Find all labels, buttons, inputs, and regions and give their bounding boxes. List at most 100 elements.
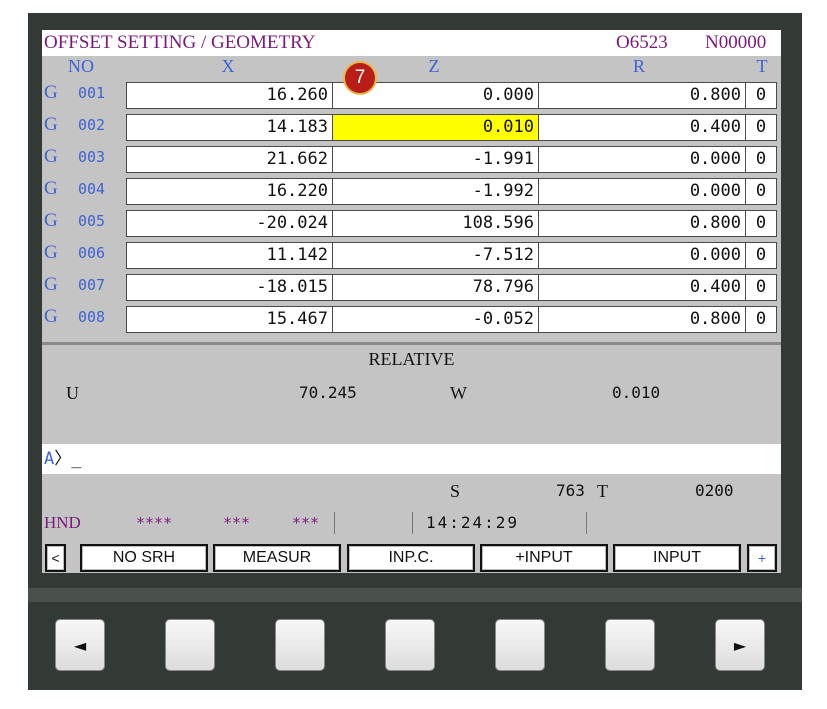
tool-label: T [597, 481, 608, 501]
column-header-t: T [756, 56, 768, 76]
cell-t[interactable]: 0 [745, 242, 777, 269]
cell-x[interactable]: 15.467 [126, 306, 333, 333]
cell-z[interactable]: 108.596 [332, 210, 539, 237]
status-separator [334, 512, 335, 534]
cell-r[interactable]: 0.800 [538, 82, 746, 109]
cell-z-selected[interactable]: 0.010 [332, 114, 539, 141]
softkey-prev-button[interactable]: < [45, 544, 66, 572]
title-bar: OFFSET SETTING / GEOMETRY O6523 N00000 [42, 30, 781, 56]
table-row: G 006 11.142 -7.512 0.000 0 [42, 239, 781, 271]
cnc-screen: OFFSET SETTING / GEOMETRY O6523 N00000 N… [42, 30, 781, 573]
step-number-badge: 7 [343, 61, 377, 95]
row-number: 001 [78, 84, 106, 102]
cell-t[interactable]: 0 [745, 210, 777, 237]
hw-softkey-1[interactable] [165, 619, 215, 671]
cell-r[interactable]: 0.800 [538, 210, 746, 237]
cell-x[interactable]: 11.142 [126, 242, 333, 269]
cell-r[interactable]: 0.400 [538, 274, 746, 301]
softkey-inp-c-button[interactable]: INP.C. [347, 544, 475, 572]
row-geometry-label: G [44, 274, 58, 295]
status-stars-3: *** [292, 514, 320, 532]
hw-softkey-5[interactable] [605, 619, 655, 671]
table-row: G 007 -18.015 78.796 0.400 0 [42, 271, 781, 303]
table-row: G 005 -20.024 108.596 0.800 0 [42, 207, 781, 239]
row-geometry-label: G [44, 146, 58, 167]
row-number: 008 [78, 308, 106, 326]
cell-x[interactable]: 14.183 [126, 114, 333, 141]
row-number: 004 [78, 180, 106, 198]
table-row: G 008 15.467 -0.052 0.800 0 [42, 303, 781, 335]
column-header-r: R [632, 56, 645, 76]
row-number: 006 [78, 244, 106, 262]
cell-t[interactable]: 0 [745, 274, 777, 301]
row-geometry-label: G [44, 210, 58, 231]
cell-x[interactable]: 16.260 [126, 82, 333, 109]
cell-t[interactable]: 0 [745, 146, 777, 173]
tool-number: 0200 [695, 481, 734, 500]
cell-r[interactable]: 0.400 [538, 114, 746, 141]
table-row: G 002 14.183 0.010 0.400 0 [42, 111, 781, 143]
cell-z[interactable]: -7.512 [332, 242, 539, 269]
sequence-number: N00000 [705, 32, 767, 53]
hw-softkey-3[interactable] [385, 619, 435, 671]
row-geometry-label: G [44, 178, 58, 199]
cell-t[interactable]: 0 [745, 114, 777, 141]
cell-r[interactable]: 0.000 [538, 242, 746, 269]
softkey-next-button[interactable]: + [747, 544, 777, 572]
cell-r[interactable]: 0.000 [538, 146, 746, 173]
page-title: OFFSET SETTING / GEOMETRY [44, 32, 316, 53]
row-number: 005 [78, 212, 106, 230]
row-geometry-label: G [44, 242, 58, 263]
key-input-buffer[interactable]: A〉_ [42, 444, 781, 474]
input-prompt: A [44, 449, 55, 469]
status-separator [586, 512, 587, 534]
clock-time: 14:24:29 [426, 513, 520, 532]
hw-softkey-2[interactable] [275, 619, 325, 671]
hw-softkey-4[interactable] [495, 619, 545, 671]
hw-softkey-right-arrow-icon[interactable]: ► [715, 619, 765, 671]
relative-title: RELATIVE [368, 349, 455, 369]
softkey-no-srh-button[interactable]: NO SRH [80, 544, 208, 572]
table-row: G 003 21.662 -1.991 0.000 0 [42, 143, 781, 175]
row-geometry-label: G [44, 82, 58, 103]
softkey-measur-button[interactable]: MEASUR [213, 544, 341, 572]
program-number: O6523 [616, 32, 668, 53]
section-divider [42, 342, 781, 345]
input-cursor: 〉_ [54, 449, 82, 469]
cell-z[interactable]: -1.991 [332, 146, 539, 173]
table-row: G 001 16.260 0.000 0.800 0 [42, 79, 781, 111]
cell-z[interactable]: -1.992 [332, 178, 539, 205]
cell-r[interactable]: 0.000 [538, 178, 746, 205]
cell-x[interactable]: 21.662 [126, 146, 333, 173]
column-header-x: X [221, 56, 235, 76]
relative-u-label: U [66, 383, 79, 403]
row-geometry-label: G [44, 114, 58, 135]
status-stars-2: *** [223, 514, 251, 532]
spindle-label: S [450, 481, 461, 501]
softkey-plus-input-button[interactable]: +INPUT [480, 544, 608, 572]
cell-x[interactable]: 16.220 [126, 178, 333, 205]
status-stars-1: **** [136, 514, 173, 532]
mode-indicator: HND [44, 513, 81, 532]
column-header-no: NO [68, 56, 94, 76]
cell-t[interactable]: 0 [745, 306, 777, 333]
status-separator [412, 512, 413, 534]
cell-t[interactable]: 0 [745, 82, 777, 109]
status-row: HND **** *** *** 14:24:29 [42, 510, 781, 536]
cell-r[interactable]: 0.800 [538, 306, 746, 333]
softkey-bar: < NO SRH MEASUR INP.C. +INPUT INPUT + [42, 543, 781, 573]
relative-w-label: W [450, 383, 467, 403]
cell-x[interactable]: -20.024 [126, 210, 333, 237]
row-geometry-label: G [44, 306, 58, 327]
cell-z[interactable]: -0.052 [332, 306, 539, 333]
row-number: 002 [78, 116, 106, 134]
cell-x[interactable]: -18.015 [126, 274, 333, 301]
cell-z[interactable]: 78.796 [332, 274, 539, 301]
row-number: 007 [78, 276, 106, 294]
relative-w-value: 0.010 [612, 383, 661, 402]
relative-u-value: 70.245 [299, 383, 357, 402]
softkey-input-button[interactable]: INPUT [613, 544, 741, 572]
table-row: G 004 16.220 -1.992 0.000 0 [42, 175, 781, 207]
hw-softkey-left-arrow-icon[interactable]: ◄ [55, 619, 105, 671]
cell-t[interactable]: 0 [745, 178, 777, 205]
